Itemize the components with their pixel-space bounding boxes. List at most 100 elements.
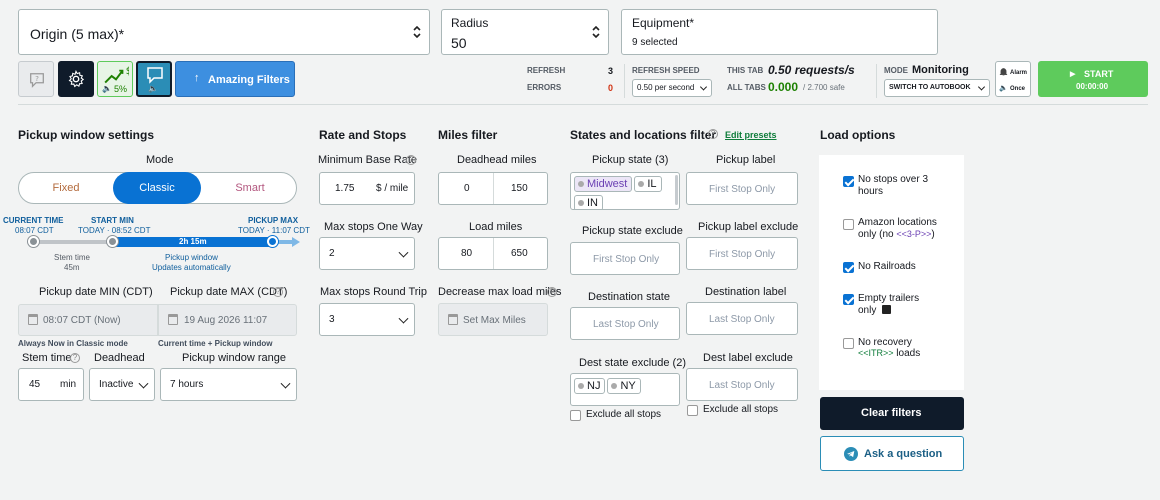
speaker-icon: 🔈 bbox=[999, 85, 1008, 92]
pickup-state-multiselect[interactable]: Midwest IL IN bbox=[570, 172, 680, 210]
start-button[interactable]: ▶ START 00:00:00 bbox=[1038, 61, 1148, 97]
date-max-value: 19 Aug 2026 11:07 bbox=[184, 315, 268, 326]
current-time-label: CURRENT TIME bbox=[3, 216, 64, 225]
chip-label: Midwest bbox=[587, 178, 628, 190]
pickup-window-caption: Pickup window bbox=[165, 253, 218, 262]
mode-fixed-tab[interactable]: Fixed bbox=[19, 173, 113, 203]
chevron-down-icon bbox=[398, 247, 409, 258]
radius-select[interactable]: Radius 50 bbox=[441, 9, 609, 55]
decrease-miles-input[interactable]: Set Max Miles bbox=[438, 303, 548, 336]
stem-field-label: Stem time bbox=[22, 352, 72, 364]
settings-button[interactable] bbox=[58, 61, 94, 97]
ask-question-button[interactable]: Ask a question bbox=[820, 436, 964, 471]
calendar-icon bbox=[168, 314, 178, 325]
pickup-max-marker bbox=[267, 236, 278, 247]
exclude-all-stops-label: Exclude all stops bbox=[703, 404, 779, 415]
equipment-select[interactable]: Equipment* 9 selected bbox=[621, 9, 938, 55]
amazon-locations-line2: only (no <<3-P>>) bbox=[858, 229, 935, 240]
exclude-all-stops-dest-state-checkbox[interactable] bbox=[570, 410, 581, 421]
chip-in[interactable]: IN bbox=[574, 195, 603, 209]
calendar-icon bbox=[28, 314, 38, 325]
no-recovery-checkbox[interactable] bbox=[843, 338, 854, 349]
chevron-down-icon bbox=[977, 83, 986, 91]
mode-select[interactable]: SWITCH TO AUTOBOOK bbox=[884, 79, 990, 97]
speed-button[interactable]: $ 🔈 5% bbox=[97, 61, 133, 97]
pickup-label-excl-label: Pickup label exclude bbox=[698, 221, 799, 233]
pickup-label-input[interactable]: First Stop Only bbox=[686, 172, 798, 205]
min-rate-input[interactable]: 1.75 $ / mile bbox=[319, 172, 415, 205]
start-timer: 00:00:00 bbox=[1076, 82, 1109, 91]
mode-smart-tab[interactable]: Smart bbox=[203, 173, 297, 203]
help-icon[interactable]: ? bbox=[70, 353, 80, 363]
check-box-icon bbox=[882, 305, 891, 314]
start-min-label: START MIN bbox=[91, 216, 134, 225]
miles-section-title: Miles filter bbox=[438, 128, 498, 142]
help-icon[interactable]: ? bbox=[406, 155, 416, 165]
all-tabs-suffix: / 2.700 safe bbox=[803, 83, 845, 92]
empty-trailers-line1: Empty trailers bbox=[858, 293, 920, 304]
amazing-filters-button[interactable]: ↑ Amazing Filters bbox=[175, 61, 295, 97]
refresh-speed-select[interactable]: 0.50 per second bbox=[632, 79, 712, 97]
help-icon[interactable]: ? bbox=[547, 287, 557, 297]
deadhead-miles-label: Deadhead miles bbox=[457, 154, 537, 166]
mode-value: Monitoring bbox=[912, 64, 969, 76]
stops-one-way-select[interactable]: 2 bbox=[319, 237, 415, 270]
speaker-icon: 🔈 bbox=[148, 84, 158, 93]
mode-select-value: SWITCH TO AUTOBOOK bbox=[889, 84, 971, 91]
edit-presets-link[interactable]: Edit presets bbox=[725, 130, 777, 140]
svg-text:?: ? bbox=[35, 74, 39, 83]
stem-time-input[interactable]: 45 min bbox=[18, 368, 84, 401]
origin-select[interactable]: Origin (5 max)* bbox=[18, 9, 430, 55]
dest-label-excl-input[interactable]: Last Stop Only bbox=[686, 368, 798, 401]
chip-ny[interactable]: NY bbox=[607, 378, 641, 394]
decrease-miles-label: Decrease max load miles bbox=[438, 286, 562, 298]
no-railroads-checkbox[interactable] bbox=[843, 262, 854, 273]
chip-nj[interactable]: NJ bbox=[574, 378, 606, 394]
mode-classic-tab[interactable]: Classic bbox=[113, 172, 201, 204]
chat-disabled-button[interactable]: ? bbox=[18, 61, 54, 97]
range-select[interactable]: 7 hours bbox=[160, 368, 297, 401]
chat-sound-button[interactable]: 🔈 bbox=[136, 61, 172, 97]
load-min-input[interactable]: 80 bbox=[439, 238, 494, 269]
load-max-input[interactable]: 650 bbox=[494, 238, 547, 269]
alarm-label: Alarm bbox=[1010, 70, 1028, 76]
clear-filters-button[interactable]: Clear filters bbox=[820, 397, 964, 430]
stops-one-way-value: 2 bbox=[329, 248, 335, 259]
pickup-state-label: Pickup state (3) bbox=[592, 154, 669, 166]
help-icon[interactable]: ? bbox=[273, 287, 283, 297]
refresh-speed-value: 0.50 per second bbox=[637, 83, 695, 92]
exclude-all-stops-dest-label-checkbox[interactable] bbox=[687, 405, 698, 416]
stops-round-select[interactable]: 3 bbox=[319, 303, 415, 336]
help-icon[interactable]: ? bbox=[708, 129, 718, 139]
chip-label: IN bbox=[587, 197, 598, 209]
amazon-locations-checkbox[interactable] bbox=[843, 219, 854, 230]
stem-time-caption-value: 45m bbox=[64, 263, 80, 272]
alarm-once-button[interactable]: Alarm 🔈 Once bbox=[995, 61, 1031, 97]
dest-state-excl-multiselect[interactable]: NJ NY bbox=[570, 373, 680, 406]
dest-label-input[interactable]: Last Stop Only bbox=[686, 302, 798, 335]
dest-state-placeholder: Last Stop Only bbox=[593, 319, 659, 330]
timeline-arrow-icon bbox=[292, 237, 300, 247]
chip-midwest[interactable]: Midwest bbox=[574, 176, 633, 192]
deadhead-select[interactable]: Inactive bbox=[89, 368, 155, 401]
chip-il[interactable]: IL bbox=[634, 176, 662, 192]
date-max-note: Current time + Pickup window bbox=[158, 339, 273, 348]
dest-state-label: Destination state bbox=[588, 291, 670, 303]
telegram-icon bbox=[844, 447, 858, 461]
window-duration: 2h 15m bbox=[179, 237, 207, 246]
dest-state-input[interactable]: Last Stop Only bbox=[570, 307, 680, 340]
load-options-title: Load options bbox=[820, 128, 896, 142]
chevron-down-icon bbox=[398, 313, 409, 324]
dest-label-excl-label: Dest label exclude bbox=[703, 352, 793, 364]
deadhead-max-input[interactable]: 150 bbox=[494, 173, 547, 204]
deadhead-min-input[interactable]: 0 bbox=[439, 173, 494, 204]
no-recovery-suffix: loads bbox=[893, 348, 921, 359]
updown-chevron-icon bbox=[413, 26, 421, 38]
pickup-label-excl-input[interactable]: First Stop Only bbox=[686, 237, 798, 270]
arrow-up-icon: ↑ bbox=[194, 72, 200, 84]
pickup-state-excl-input[interactable]: First Stop Only bbox=[570, 242, 680, 275]
chip-dot-icon bbox=[611, 383, 618, 389]
scrollbar[interactable] bbox=[675, 175, 678, 205]
no-stops-over-3-checkbox[interactable] bbox=[843, 176, 854, 187]
empty-trailers-checkbox[interactable] bbox=[843, 294, 854, 305]
